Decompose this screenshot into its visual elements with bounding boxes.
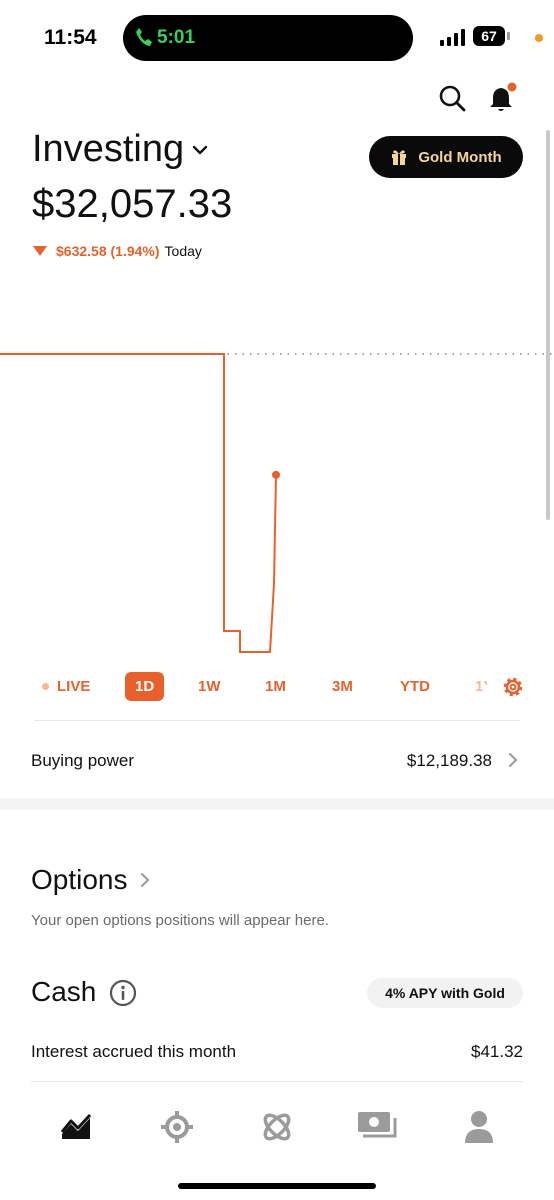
buying-power-value: $12,189.38 — [406, 751, 492, 770]
status-bar: 11:54 5:01 67 — [0, 0, 554, 80]
change-amount: $632.58 (1.94%) — [56, 243, 160, 259]
gift-icon — [392, 150, 407, 165]
battery-icon: 67 — [473, 26, 505, 46]
cash-title: Cash — [31, 976, 97, 1007]
dynamic-island[interactable]: 5:01 — [123, 15, 413, 61]
section-separator — [0, 798, 554, 810]
divider — [34, 720, 520, 721]
divider — [31, 1081, 523, 1082]
interest-label: Interest accrued this month — [31, 1042, 237, 1061]
home-indicator — [178, 1183, 376, 1189]
price-line — [0, 353, 277, 653]
signal-icon — [440, 29, 465, 46]
down-triangle-icon — [33, 246, 47, 256]
range-1y[interactable]: 1Y — [475, 678, 487, 695]
chevron-down-icon — [192, 145, 208, 154]
gold-month-label: Gold Month — [418, 148, 502, 166]
bottom-tab-bar — [0, 1100, 554, 1160]
chart-icon[interactable] — [60, 1110, 92, 1142]
bell-icon[interactable] — [488, 82, 518, 114]
call-timer: 5:01 — [157, 27, 196, 48]
change-period: Today — [164, 243, 202, 259]
range-1d[interactable]: 1D — [125, 672, 165, 701]
status-time: 11:54 — [44, 26, 97, 49]
range-3m[interactable]: 3M — [332, 678, 353, 695]
info-icon[interactable] — [109, 979, 137, 1007]
network-icon[interactable] — [260, 1110, 294, 1144]
range-ytd[interactable]: YTD — [400, 678, 430, 695]
account-title: Investing — [32, 128, 185, 170]
account-selector[interactable]: Investing — [32, 128, 208, 171]
cash-icon[interactable] — [357, 1110, 399, 1142]
apy-badge[interactable]: 4% APY with Gold — [367, 978, 523, 1008]
privacy-indicator — [535, 34, 543, 42]
portfolio-chart[interactable] — [0, 330, 554, 670]
options-header[interactable]: Options — [31, 864, 150, 896]
portfolio-balance: $32,057.33 — [32, 182, 233, 226]
crypto-icon[interactable] — [160, 1110, 194, 1144]
daily-change: $632.58 (1.94%) Today — [32, 243, 202, 259]
chevron-right-icon — [509, 753, 518, 767]
scrollbar[interactable] — [546, 130, 550, 520]
interest-value: $41.32 — [471, 1042, 523, 1061]
range-live[interactable]: LIVE — [57, 678, 90, 695]
account-icon[interactable] — [464, 1110, 494, 1144]
gold-month-button[interactable]: Gold Month — [369, 136, 523, 178]
current-price-point — [272, 470, 280, 479]
time-range-selector: LIVE 1D 1W 1M 3M YTD 1Y — [0, 670, 554, 704]
chevron-right-icon — [140, 873, 149, 887]
buying-power-label: Buying power — [31, 751, 135, 770]
range-1w[interactable]: 1W — [198, 678, 221, 695]
gear-icon[interactable] — [502, 676, 524, 698]
options-title: Options — [31, 864, 128, 895]
battery-cap — [507, 32, 510, 40]
phone-icon — [136, 28, 152, 46]
options-empty-text: Your open options positions will appear … — [31, 912, 329, 929]
search-icon[interactable] — [438, 84, 466, 112]
range-1m[interactable]: 1M — [265, 678, 286, 695]
live-dot — [42, 683, 49, 690]
